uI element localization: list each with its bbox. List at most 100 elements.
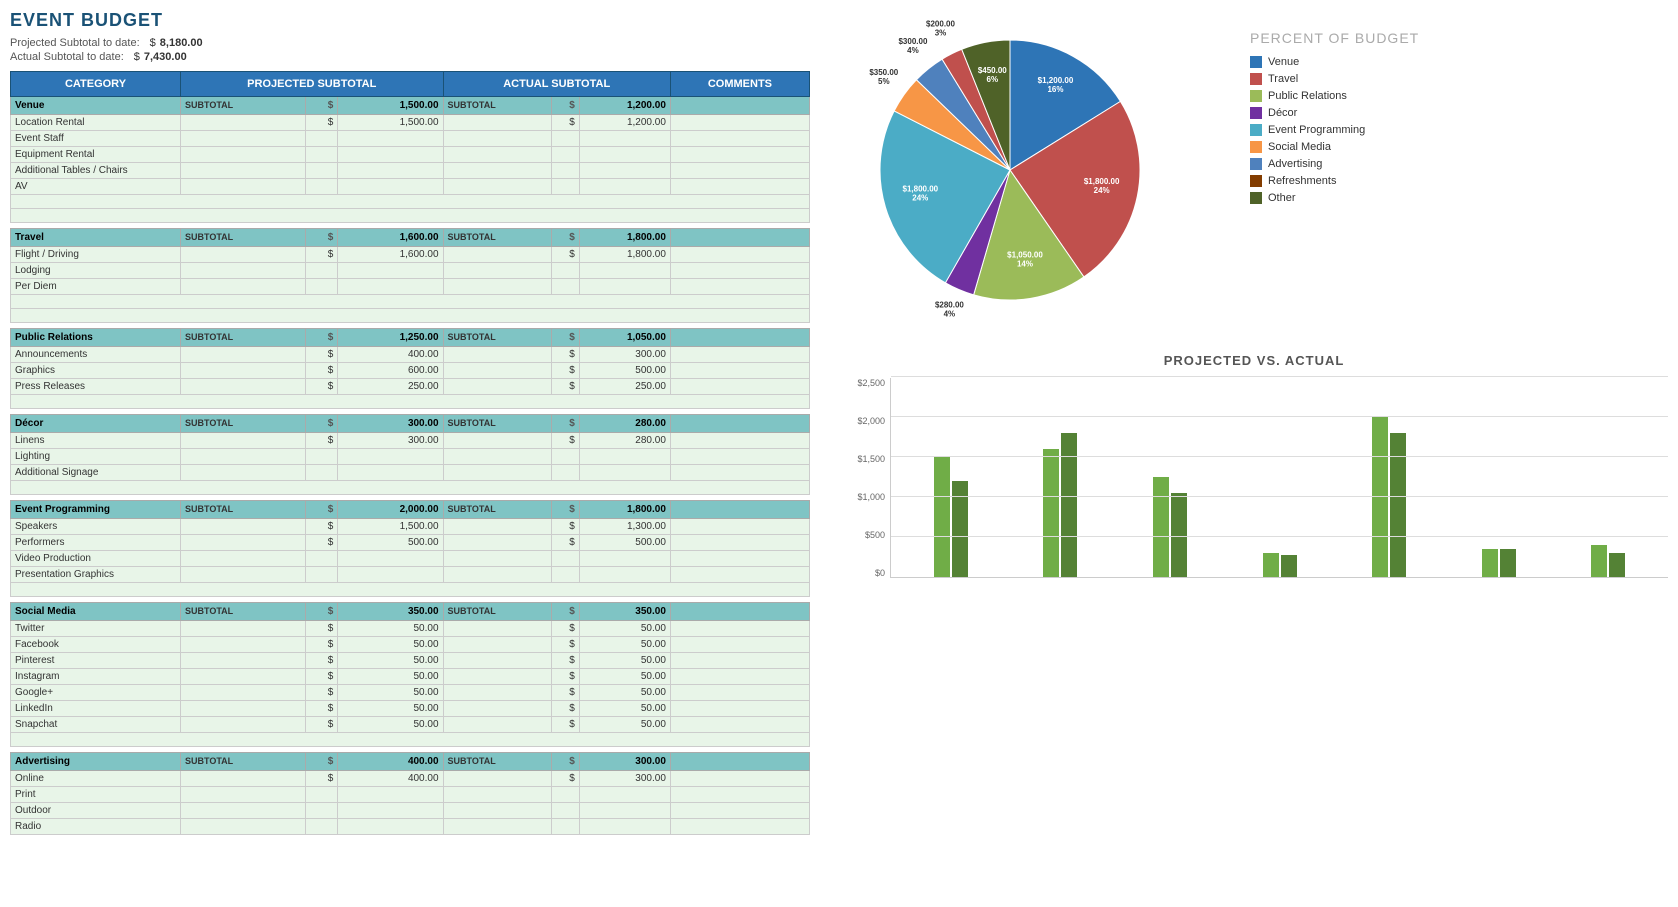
item-name: Announcements — [11, 347, 181, 363]
item-act-amount: 300.00 — [579, 347, 670, 363]
item-act-empty — [443, 567, 552, 583]
item-name: Location Rental — [11, 115, 181, 131]
category-name: Travel — [11, 229, 181, 247]
item-proj-empty — [181, 787, 306, 803]
item-comments — [670, 701, 809, 717]
legend-color — [1250, 141, 1262, 153]
subtotal-amount-act: 1,800.00 — [579, 229, 670, 247]
subtotal-label-proj: SUBTOTAL — [181, 329, 306, 347]
item-act-empty — [443, 147, 552, 163]
legend-label: Venue — [1268, 56, 1299, 68]
item-proj-empty — [181, 653, 306, 669]
item-proj-dollar: $ — [306, 701, 338, 717]
item-comments — [670, 449, 809, 465]
category-row: Advertising SUBTOTAL $ 400.00 SUBTOTAL $… — [11, 753, 810, 771]
subtotal-label-proj: SUBTOTAL — [181, 753, 306, 771]
item-act-dollar: $ — [552, 701, 580, 717]
subtotal-amount-act: 1,050.00 — [579, 329, 670, 347]
actual-bar — [1609, 553, 1625, 577]
subtotal-label-act: SUBTOTAL — [443, 97, 552, 115]
subtotal-dollar-proj: $ — [306, 501, 338, 519]
actual-bar — [1281, 555, 1297, 577]
item-proj-dollar: $ — [306, 247, 338, 263]
item-act-empty — [443, 803, 552, 819]
item-act-empty — [443, 551, 552, 567]
item-comments — [670, 179, 809, 195]
item-proj-empty — [181, 519, 306, 535]
item-proj-empty — [181, 717, 306, 733]
right-panel: $1,200.0016%$1,800.0024%$1,050.0014%$280… — [820, 10, 1668, 841]
subtotal-dollar-proj: $ — [306, 229, 338, 247]
item-row: AV — [11, 179, 810, 195]
item-comments — [670, 263, 809, 279]
item-act-empty — [443, 465, 552, 481]
pie-label-social-media: $350.005% — [869, 68, 898, 86]
category-name: Advertising — [11, 753, 181, 771]
item-row: Snapchat $ 50.00 $ 50.00 — [11, 717, 810, 733]
item-act-amount — [579, 131, 670, 147]
bar-chart-section: PROJECTED vs. ACTUAL $2,500$2,000$1,500$… — [840, 353, 1668, 578]
item-act-amount: 50.00 — [579, 717, 670, 733]
item-comments — [670, 131, 809, 147]
item-proj-amount: 50.00 — [338, 717, 443, 733]
subtotal-amount-act: 280.00 — [579, 415, 670, 433]
legend-item-décor: Décor — [1250, 107, 1419, 119]
item-comments — [670, 519, 809, 535]
subtotal-amount-proj: 300.00 — [338, 415, 443, 433]
item-comments — [670, 147, 809, 163]
item-name: Outdoor — [11, 803, 181, 819]
item-act-dollar — [552, 551, 580, 567]
item-name: Snapchat — [11, 717, 181, 733]
item-proj-empty — [181, 621, 306, 637]
item-act-empty — [443, 247, 552, 263]
item-proj-amount — [338, 449, 443, 465]
item-proj-empty — [181, 465, 306, 481]
item-proj-dollar — [306, 819, 338, 835]
projected-bar — [1153, 477, 1169, 577]
item-act-dollar — [552, 163, 580, 179]
item-proj-empty — [181, 803, 306, 819]
pie-label-décor: $280.004% — [935, 301, 964, 319]
subtotal-amount-act: 350.00 — [579, 603, 670, 621]
y-axis-label: $2,500 — [840, 378, 885, 388]
item-proj-empty — [181, 637, 306, 653]
subtotal-amount-proj: 1,250.00 — [338, 329, 443, 347]
item-proj-amount: 400.00 — [338, 771, 443, 787]
category-name: Public Relations — [11, 329, 181, 347]
pie-chart-title: PERCENT of BUDGET — [1250, 30, 1419, 46]
item-comments — [670, 535, 809, 551]
item-proj-dollar — [306, 179, 338, 195]
item-proj-empty — [181, 669, 306, 685]
subtotal-amount-proj: 2,000.00 — [338, 501, 443, 519]
item-proj-dollar: $ — [306, 363, 338, 379]
item-act-amount — [579, 263, 670, 279]
item-row: Online $ 400.00 $ 300.00 — [11, 771, 810, 787]
item-proj-dollar: $ — [306, 717, 338, 733]
projected-bar — [1043, 449, 1059, 577]
item-act-empty — [443, 519, 552, 535]
item-proj-empty — [181, 363, 306, 379]
item-act-amount: 500.00 — [579, 535, 670, 551]
item-act-amount — [579, 147, 670, 163]
subtotal-label-proj: SUBTOTAL — [181, 501, 306, 519]
pie-label-advertising: $300.004% — [898, 37, 927, 55]
item-row: Performers $ 500.00 $ 500.00 — [11, 535, 810, 551]
legend-item-event-programming: Event Programming — [1250, 124, 1419, 136]
item-proj-empty — [181, 379, 306, 395]
item-proj-amount: 600.00 — [338, 363, 443, 379]
empty-row — [11, 481, 810, 495]
item-comments — [670, 551, 809, 567]
item-proj-empty — [181, 263, 306, 279]
item-row: Additional Tables / Chairs — [11, 163, 810, 179]
item-act-dollar — [552, 279, 580, 295]
legend-color — [1250, 124, 1262, 136]
subtotal-amount-proj: 350.00 — [338, 603, 443, 621]
item-proj-amount — [338, 163, 443, 179]
subtotal-dollar-act: $ — [552, 97, 580, 115]
item-act-dollar: $ — [552, 717, 580, 733]
item-proj-empty — [181, 567, 306, 583]
item-row: Outdoor — [11, 803, 810, 819]
item-row: Graphics $ 600.00 $ 500.00 — [11, 363, 810, 379]
item-comments — [670, 163, 809, 179]
item-proj-dollar: $ — [306, 621, 338, 637]
